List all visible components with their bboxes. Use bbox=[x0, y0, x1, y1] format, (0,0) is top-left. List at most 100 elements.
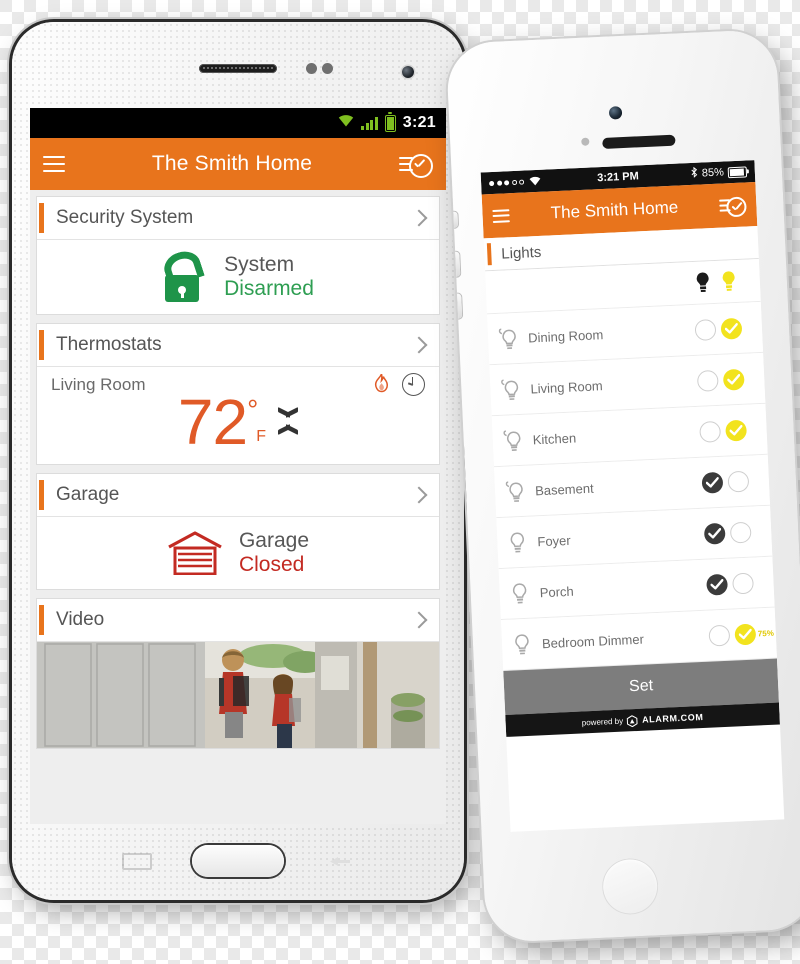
accent-bar bbox=[39, 605, 44, 636]
card-security-system: Security System System Disarmed bbox=[36, 196, 440, 315]
proximity-sensor bbox=[306, 63, 317, 74]
iphone-screen: 3:21 PM 85% The Smith Home Lights Dining… bbox=[480, 160, 785, 832]
flame-heat-icon[interactable] bbox=[373, 374, 390, 395]
battery-percent-label: 85% bbox=[701, 166, 725, 180]
light-off-toggle[interactable] bbox=[701, 522, 728, 545]
radio-on-selected[interactable] bbox=[724, 419, 747, 442]
light-name: Bedroom Dimmer bbox=[541, 631, 645, 651]
radio-off-selected[interactable] bbox=[700, 471, 723, 494]
chevron-right-icon bbox=[410, 611, 428, 629]
chevron-right-icon bbox=[410, 486, 428, 504]
light-name: Dining Room bbox=[527, 326, 604, 346]
card-thermostats: Thermostats Living Room 72 ° F bbox=[36, 323, 440, 465]
security-card-header[interactable]: Security System bbox=[37, 197, 439, 240]
radio-on-selected[interactable] bbox=[719, 317, 742, 340]
security-status: System Disarmed bbox=[224, 253, 314, 301]
android-nav-row bbox=[30, 830, 446, 892]
menu-softkey[interactable] bbox=[122, 852, 152, 870]
light-name: Foyer bbox=[537, 532, 571, 549]
radio-on[interactable] bbox=[729, 521, 752, 544]
light-on-toggle[interactable] bbox=[727, 521, 754, 544]
temperature-value: 72 bbox=[177, 386, 248, 458]
powered-by-label: powered by bbox=[581, 716, 624, 727]
android-dashboard: Security System System Disarmed Thermost… bbox=[30, 190, 446, 824]
android-clock: 3:21 bbox=[402, 114, 436, 131]
garage-status: Garage Closed bbox=[239, 529, 309, 577]
bulb-icon bbox=[502, 632, 543, 656]
thermostat-card-header[interactable]: Thermostats bbox=[37, 324, 439, 367]
signal-icon bbox=[361, 116, 378, 130]
radio-off[interactable] bbox=[698, 420, 721, 443]
home-button[interactable] bbox=[192, 845, 284, 877]
hamburger-menu-icon[interactable] bbox=[43, 156, 65, 172]
degree-symbol: ° bbox=[247, 394, 259, 425]
light-off-toggle[interactable] bbox=[696, 420, 723, 443]
light-off-toggle[interactable] bbox=[694, 369, 721, 392]
radio-on-selected[interactable] bbox=[733, 623, 756, 645]
light-on-toggle[interactable]: 75% bbox=[731, 623, 774, 645]
light-name: Porch bbox=[539, 583, 574, 600]
radio-on[interactable] bbox=[731, 572, 754, 595]
radio-off[interactable] bbox=[707, 624, 730, 647]
dimmer-bulb-icon bbox=[488, 327, 529, 351]
garage-card-header[interactable]: Garage bbox=[37, 474, 439, 517]
bluetooth-icon bbox=[691, 166, 699, 181]
radio-off-selected[interactable] bbox=[705, 573, 728, 596]
android-screen: 3:21 The Smith Home Security System Syst… bbox=[30, 108, 446, 824]
bulb-icon bbox=[499, 581, 540, 605]
radio-off-selected[interactable] bbox=[703, 522, 726, 545]
alarm-com-hexagon-logo bbox=[627, 714, 639, 728]
light-on-toggle[interactable] bbox=[729, 572, 756, 595]
wifi-icon bbox=[529, 176, 541, 187]
back-softkey[interactable] bbox=[328, 855, 354, 868]
dimmer-level-label: 75% bbox=[757, 628, 775, 638]
security-card-title: Security System bbox=[56, 207, 194, 228]
chevron-right-icon bbox=[410, 209, 428, 227]
lights-list: Dining Room Living Room Kitchen Basement Foy… bbox=[487, 301, 777, 671]
accent-bar bbox=[39, 203, 44, 233]
temperature-unit: F bbox=[256, 428, 267, 445]
activity-history-icon[interactable] bbox=[399, 153, 433, 178]
light-on-toggle[interactable] bbox=[724, 470, 751, 493]
android-status-bar: 3:21 bbox=[30, 108, 446, 138]
light-name: Basement bbox=[534, 480, 594, 498]
chevron-right-icon bbox=[410, 336, 428, 354]
light-off-toggle[interactable] bbox=[705, 624, 732, 647]
hamburger-menu-icon[interactable] bbox=[492, 208, 510, 223]
video-thumbnail[interactable] bbox=[37, 642, 439, 749]
chevron-down-icon[interactable] bbox=[278, 425, 298, 436]
android-app-bar: The Smith Home bbox=[30, 138, 446, 190]
light-name: Living Room bbox=[530, 377, 604, 396]
earpiece-speaker bbox=[602, 134, 676, 149]
battery-icon bbox=[384, 111, 396, 132]
signal-dots-icon bbox=[489, 179, 524, 186]
garage-door-icon bbox=[167, 531, 223, 576]
garage-card-body[interactable]: Garage Closed bbox=[37, 517, 439, 589]
dimmer-bulb-icon bbox=[495, 479, 536, 503]
bulb-on-icon bbox=[715, 270, 742, 293]
radio-off[interactable] bbox=[696, 369, 719, 392]
light-on-toggle[interactable] bbox=[722, 419, 749, 442]
light-on-toggle[interactable] bbox=[717, 317, 744, 340]
iphone-device: 3:21 PM 85% The Smith Home Lights Dining… bbox=[445, 28, 800, 944]
activity-history-icon[interactable] bbox=[719, 195, 747, 218]
iphone-clock: 3:21 PM bbox=[596, 170, 640, 185]
dimmer-bulb-icon bbox=[492, 428, 533, 452]
bulb-off-icon bbox=[689, 271, 716, 294]
radio-off[interactable] bbox=[694, 318, 716, 341]
security-card-body[interactable]: System Disarmed bbox=[37, 240, 439, 314]
clock-icon[interactable] bbox=[402, 373, 425, 396]
card-garage: Garage Garage Closed bbox=[36, 473, 440, 591]
video-card-header[interactable]: Video bbox=[37, 599, 439, 643]
light-off-toggle[interactable] bbox=[692, 318, 719, 341]
front-camera bbox=[608, 106, 623, 120]
thermostat-setpoint: 72 ° F bbox=[51, 390, 425, 454]
radio-on-selected[interactable] bbox=[722, 368, 745, 391]
home-button[interactable] bbox=[600, 857, 660, 916]
chevron-up-icon[interactable] bbox=[278, 408, 298, 419]
light-off-toggle[interactable] bbox=[703, 573, 730, 596]
light-off-toggle[interactable] bbox=[698, 471, 725, 494]
garage-status-line1: Garage bbox=[238, 529, 310, 552]
light-on-toggle[interactable] bbox=[720, 368, 747, 391]
radio-on[interactable] bbox=[726, 470, 749, 493]
